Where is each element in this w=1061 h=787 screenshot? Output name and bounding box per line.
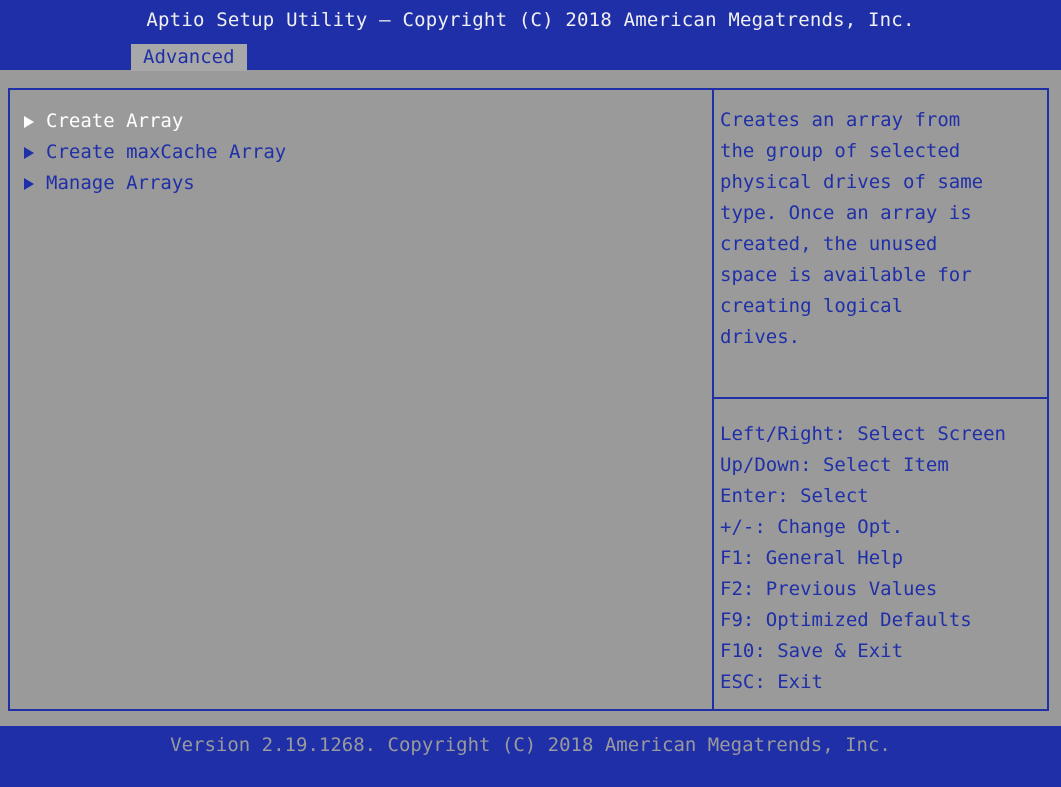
key-hint-up-down: Up/Down: Select Item [720,454,949,476]
help-text: Creates an array from the group of selec… [720,105,1050,353]
help-line: created, the unused [720,233,938,255]
menu-item-label: Create maxCache Array [46,141,287,163]
key-hint-left-right: Left/Right: Select Screen [720,423,1006,445]
app-title: Aptio Setup Utility – Copyright (C) 2018… [146,9,915,31]
help-line: space is available for [720,264,972,286]
version-text: Version 2.19.1268. Copyright (C) 2018 Am… [170,734,891,756]
help-line: the group of selected [720,140,961,162]
help-line: drives. [720,326,801,348]
menu-item-label: Manage Arrays [46,172,195,194]
vertical-divider [712,88,714,711]
menu-item-create-maxcache-array[interactable]: Create maxCache Array [22,137,286,168]
key-hint-plus-minus: +/-: Change Opt. [720,516,904,538]
key-hint-esc: ESC: Exit [720,671,823,693]
key-hint-f2: F2: Previous Values [720,578,938,600]
key-hint-f9: F9: Optimized Defaults [720,609,972,631]
menu-item-label: Create Array [46,110,184,132]
menu-item-manage-arrays[interactable]: Manage Arrays [22,168,286,199]
help-line: creating logical [720,295,904,317]
submenu-arrow-icon [24,177,34,190]
menu-item-create-array[interactable]: Create Array [22,106,286,137]
submenu-arrow-icon [24,115,34,128]
submenu-arrow-icon [24,146,34,159]
key-hint-f1: F1: General Help [720,547,904,569]
header-bar: Aptio Setup Utility – Copyright (C) 2018… [0,0,1061,71]
tab-advanced[interactable]: Advanced [131,44,247,71]
help-line: type. Once an array is [720,202,972,224]
help-divider [714,397,1049,399]
help-line: Creates an array from [720,109,961,131]
bios-screen: Aptio Setup Utility – Copyright (C) 2018… [0,0,1061,787]
key-legend: Left/Right: Select Screen Up/Down: Selec… [720,419,1050,698]
key-hint-f10: F10: Save & Exit [720,640,904,662]
help-line: physical drives of same [720,171,984,193]
key-hint-enter: Enter: Select [720,485,869,507]
menu-list: Create Array Create maxCache Array Manag… [22,106,286,199]
footer-bar: Version 2.19.1268. Copyright (C) 2018 Am… [0,726,1061,787]
